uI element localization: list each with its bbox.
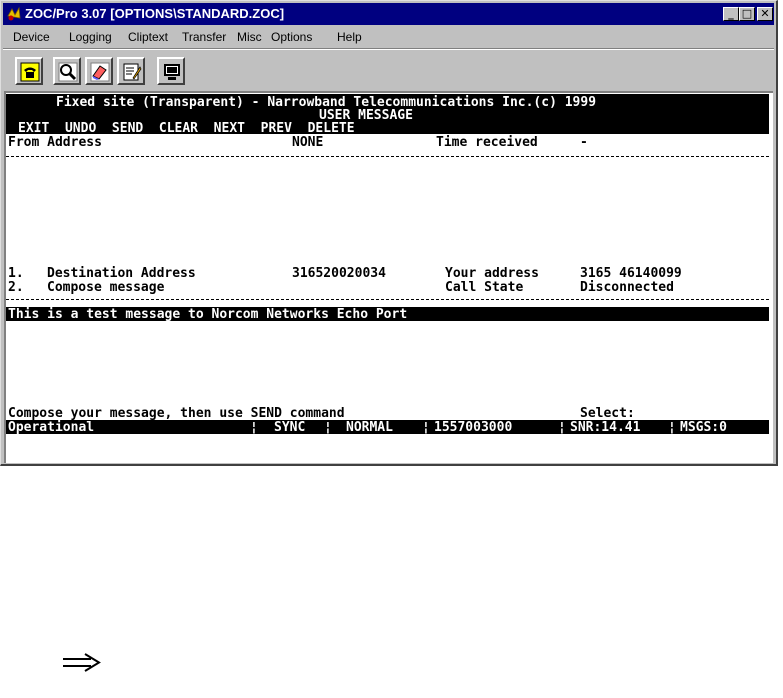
compose-message-label[interactable]: Compose message (47, 280, 164, 295)
menu-options[interactable]: Options (271, 27, 312, 47)
command-bar[interactable]: EXIT UNDO SEND CLEAR NEXT PREV DELETE (18, 121, 355, 136)
status-operational: Operational (8, 420, 95, 435)
status-snr: SNR:14.41 (570, 420, 641, 435)
menu-separator (3, 48, 774, 50)
app-icon[interactable] (6, 6, 22, 22)
from-address-value: NONE (292, 135, 324, 150)
phone-button[interactable] (15, 57, 43, 85)
destination-address-label[interactable]: Destination Address (47, 266, 196, 281)
select-prompt: Select: (580, 406, 635, 421)
status-sync: SYNC (274, 420, 306, 435)
edit-button[interactable] (117, 57, 145, 85)
your-address-label: Your address (445, 266, 539, 281)
call-state-label: Call State (445, 280, 524, 295)
close-button[interactable]: ✕ (757, 7, 773, 21)
item1-number: 1. (8, 266, 24, 281)
menu-cliptext[interactable]: Cliptext (128, 27, 168, 47)
eraser-button[interactable] (85, 57, 113, 85)
status-separator: ¦ (250, 420, 258, 435)
status-msgs: MSGS:0 (680, 420, 727, 435)
menu-device[interactable]: Device (13, 27, 50, 47)
menu-misc[interactable]: Misc (237, 27, 262, 47)
search-button[interactable] (53, 57, 81, 85)
your-address-value: 3165 46140099 (580, 266, 682, 281)
menu-help[interactable]: Help (337, 27, 362, 47)
status-separator: ¦ (422, 420, 430, 435)
time-received-label: Time received (436, 135, 538, 150)
zoc-window: ZOC/Pro 3.07 [OPTIONS\STANDARD.ZOC] _ □ … (0, 0, 778, 466)
menu-bar: Device Logging Cliptext Transfer Misc Op… (3, 27, 774, 47)
status-id: 1557003000 (434, 420, 513, 435)
menu-transfer[interactable]: Transfer (182, 27, 226, 47)
title-bar[interactable]: ZOC/Pro 3.07 [OPTIONS\STANDARD.ZOC] _ □ … (3, 3, 774, 25)
divider (6, 156, 769, 157)
edit-icon (123, 63, 142, 81)
toolbar (3, 53, 774, 89)
divider (6, 299, 769, 300)
status-separator: ¦ (558, 420, 566, 435)
menu-logging[interactable]: Logging (69, 27, 112, 47)
monitor-icon (164, 64, 180, 80)
from-address-label: From Address (8, 135, 102, 150)
item2-number: 2. (8, 280, 24, 295)
monitor-button[interactable] (157, 57, 185, 85)
window-title: ZOC/Pro 3.07 [OPTIONS\STANDARD.ZOC] (25, 6, 285, 21)
search-icon (58, 62, 78, 82)
prompt-text: Compose your message, then use SEND comm… (8, 406, 345, 421)
status-separator: ¦ (324, 420, 332, 435)
maximize-button[interactable]: □ (739, 7, 755, 21)
minimize-button[interactable]: _ (723, 7, 739, 21)
message-text: This is a test message to Norcom Network… (8, 307, 408, 322)
call-state-value: Disconnected (580, 280, 674, 295)
status-separator: ¦ (668, 420, 676, 435)
phone-icon (20, 62, 40, 82)
arrow-note-icon (63, 653, 101, 672)
terminal-screen[interactable]: Fixed site (Transparent) - Narrowband Te… (4, 91, 773, 463)
eraser-icon (90, 62, 110, 82)
status-mode: NORMAL (346, 420, 393, 435)
destination-address-value: 316520020034 (292, 266, 386, 281)
time-received-value: - (580, 135, 588, 150)
